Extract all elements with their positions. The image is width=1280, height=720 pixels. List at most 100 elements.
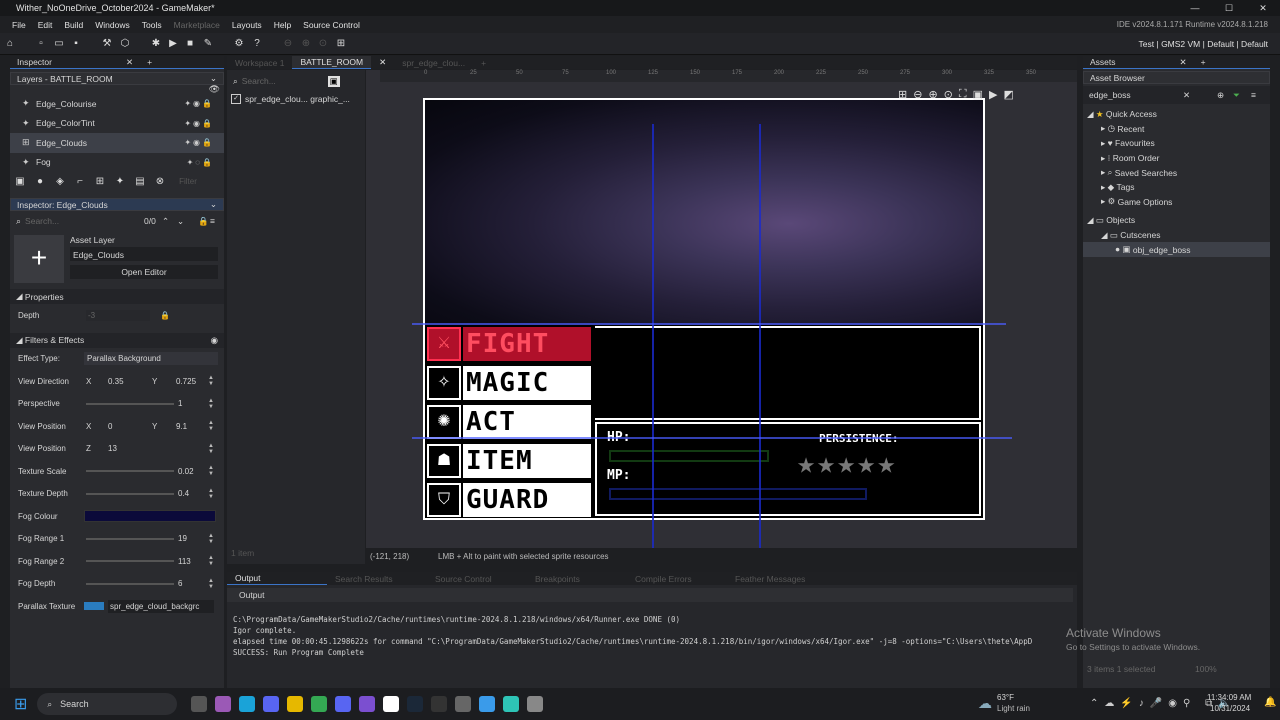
view-position-z-field[interactable]: 13 <box>108 444 117 453</box>
tab-battle-room[interactable]: BATTLE_ROOM <box>292 56 372 69</box>
tree-objects[interactable]: ◢ ▭ Objects <box>1083 213 1270 228</box>
zoom-in-icon[interactable]: ⊕ <box>299 37 313 51</box>
notification-icon[interactable]: 🔔 <box>1264 697 1276 708</box>
view-direction-y-field[interactable]: 0.725 <box>176 377 196 386</box>
fog-range2-slider[interactable] <box>86 560 174 562</box>
tree-quick-access[interactable]: ◢ ★ Quick Access <box>1083 107 1270 122</box>
menu-help[interactable]: Help <box>274 20 291 30</box>
menu-icon[interactable]: ≡ <box>1251 90 1256 100</box>
magic-option[interactable]: ✧ MAGIC <box>427 365 591 401</box>
task-view-icon[interactable] <box>191 696 208 712</box>
tab-breakpoints[interactable]: Breakpoints <box>527 574 627 584</box>
perspective-field[interactable]: 1 <box>178 399 182 408</box>
add-tile-layer-icon[interactable]: ◈ <box>53 175 67 189</box>
open-project-icon[interactable]: ▭ <box>52 37 66 51</box>
run-icon[interactable]: ▶ <box>166 37 180 51</box>
item-option[interactable]: ☗ ITEM <box>427 443 591 479</box>
tab-output[interactable]: Output <box>227 572 327 585</box>
tab-feather-messages[interactable]: Feather Messages <box>727 574 827 584</box>
texture-depth-field[interactable]: 0.4 <box>178 489 189 498</box>
zoom-out-icon[interactable]: ⊖ <box>913 88 922 101</box>
add-icon[interactable]: ⊕ <box>1217 90 1224 101</box>
texture-depth-slider[interactable] <box>86 492 174 495</box>
act-option[interactable]: ✺ ACT <box>427 404 591 440</box>
app-icon[interactable] <box>527 696 544 712</box>
app-icon[interactable] <box>479 696 496 712</box>
close-button[interactable]: ✕ <box>1246 0 1280 16</box>
layers-dropdown[interactable]: Layers - BATTLE_ROOM ⌄ <box>10 72 224 85</box>
teams-icon[interactable] <box>263 696 280 712</box>
tab-workspace[interactable]: Workspace 1 <box>227 58 292 68</box>
view-position-x-field[interactable]: 0 <box>108 422 112 431</box>
tab-search-results[interactable]: Search Results <box>327 574 427 584</box>
inspector-title[interactable]: Inspector: Edge_Clouds ⌄ <box>10 198 224 211</box>
fog-depth-slider[interactable] <box>86 582 174 585</box>
fog-range1-slider[interactable] <box>86 537 174 540</box>
spinner[interactable]: ▲ ▼ <box>208 465 214 477</box>
spinner[interactable]: ▲ ▼ <box>208 555 214 567</box>
app-icon[interactable] <box>503 696 520 712</box>
add-effect-layer-icon[interactable]: ✦ <box>113 175 127 189</box>
tree-game-options[interactable]: ▸ ⚙ Game Options <box>1083 195 1270 210</box>
layer-item-edge-clouds[interactable]: ⊞ Edge_Clouds ✦◉🔒 <box>10 133 224 153</box>
maximize-button[interactable]: ☐ <box>1212 0 1246 16</box>
search-input[interactable]: Search... <box>25 216 59 226</box>
frame-icon[interactable]: ▣ <box>973 88 983 101</box>
epic-icon[interactable] <box>431 696 448 712</box>
obs-icon[interactable] <box>359 696 376 712</box>
add-folder-icon[interactable]: ▤ <box>133 175 147 189</box>
close-icon[interactable]: ✕ <box>371 57 394 68</box>
edge-icon[interactable] <box>239 696 256 712</box>
minimize-button[interactable]: — <box>1178 0 1212 16</box>
menu-marketplace[interactable]: Marketplace <box>174 20 220 30</box>
spinner[interactable]: ▲ ▼ <box>208 443 214 455</box>
app-icon[interactable] <box>455 696 472 712</box>
room-search-input[interactable]: Search... <box>242 76 276 86</box>
layer-controls[interactable]: ✦◌🔒 <box>187 158 214 167</box>
spinner[interactable]: ▲ ▼ <box>208 398 214 410</box>
save-icon[interactable]: ▪ <box>69 37 83 51</box>
fight-option[interactable]: ⚔ FIGHT <box>427 326 591 362</box>
add-asset-icon[interactable]: + <box>14 235 64 283</box>
layer-item-fog[interactable]: ✦ Fog ✦◌🔒 <box>10 153 224 173</box>
fog-colour-swatch[interactable] <box>84 510 216 523</box>
home-icon[interactable]: ⌂ <box>3 37 17 51</box>
tab-source-control[interactable]: Source Control <box>427 574 527 584</box>
menu-file[interactable]: File <box>12 20 26 30</box>
tree-favourites[interactable]: ▸ ♥ Favourites <box>1083 136 1270 151</box>
settings-icon[interactable]: ⚙ <box>232 37 246 51</box>
grid-icon[interactable]: ⊞ <box>334 37 348 51</box>
fit-icon[interactable]: ⛶ <box>959 88 967 101</box>
layer-controls[interactable]: ✦◉🔒 <box>184 99 214 108</box>
layer-name-field[interactable]: Edge_Clouds <box>70 247 218 261</box>
taskbar-search[interactable]: ⌕ Search <box>37 693 178 715</box>
clean-icon[interactable]: ✎ <box>201 37 215 51</box>
lock-icon[interactable]: 🔒 <box>198 216 209 227</box>
view-direction-x-field[interactable]: 0.35 <box>108 377 124 386</box>
spinner[interactable]: ▲ ▼ <box>208 533 214 545</box>
view-position-y-field[interactable]: 9.1 <box>176 422 187 431</box>
tab-compile-errors[interactable]: Compile Errors <box>627 574 727 584</box>
menu-tools[interactable]: Tools <box>142 20 162 30</box>
fog-range2-field[interactable]: 113 <box>178 557 191 566</box>
fog-range1-field[interactable]: 19 <box>178 534 187 543</box>
inspector-tab[interactable]: Inspector ✕ + <box>10 56 224 69</box>
layer-item-edge-colortint[interactable]: ✦ Edge_ColorTint ✦◉🔒 <box>10 114 224 134</box>
discord-icon[interactable] <box>335 696 352 712</box>
effect-type-dropdown[interactable]: Parallax Background <box>84 352 218 366</box>
lock-icon[interactable]: 🔒 <box>160 311 170 320</box>
tree-recent[interactable]: ▸ ◷ Recent <box>1083 122 1270 137</box>
zoom-reset-icon[interactable]: ⊙ <box>944 88 953 101</box>
build-icon[interactable]: ⚒ <box>100 37 114 51</box>
clear-icon[interactable]: ✕ <box>1183 90 1190 101</box>
tree-room-order[interactable]: ▸ ⁝ Room Order <box>1083 151 1270 166</box>
menu-source-control[interactable]: Source Control <box>303 20 360 30</box>
tree-saved-searches[interactable]: ▸ ⌕ Saved Searches <box>1083 165 1270 180</box>
windows-start-icon[interactable]: ⊞ <box>14 694 27 714</box>
search-next-icon[interactable]: ⌄ <box>177 216 184 227</box>
tree-obj-edge-boss[interactable]: ● ▣ obj_edge_boss <box>1083 242 1270 257</box>
fog-depth-field[interactable]: 6 <box>178 579 182 588</box>
add-asset-layer-icon[interactable]: ⊞ <box>93 175 107 189</box>
asset-item[interactable]: ✓ spr_edge_clou... graphic_... <box>227 92 365 106</box>
eye-icon[interactable]: ◉ <box>211 335 218 346</box>
